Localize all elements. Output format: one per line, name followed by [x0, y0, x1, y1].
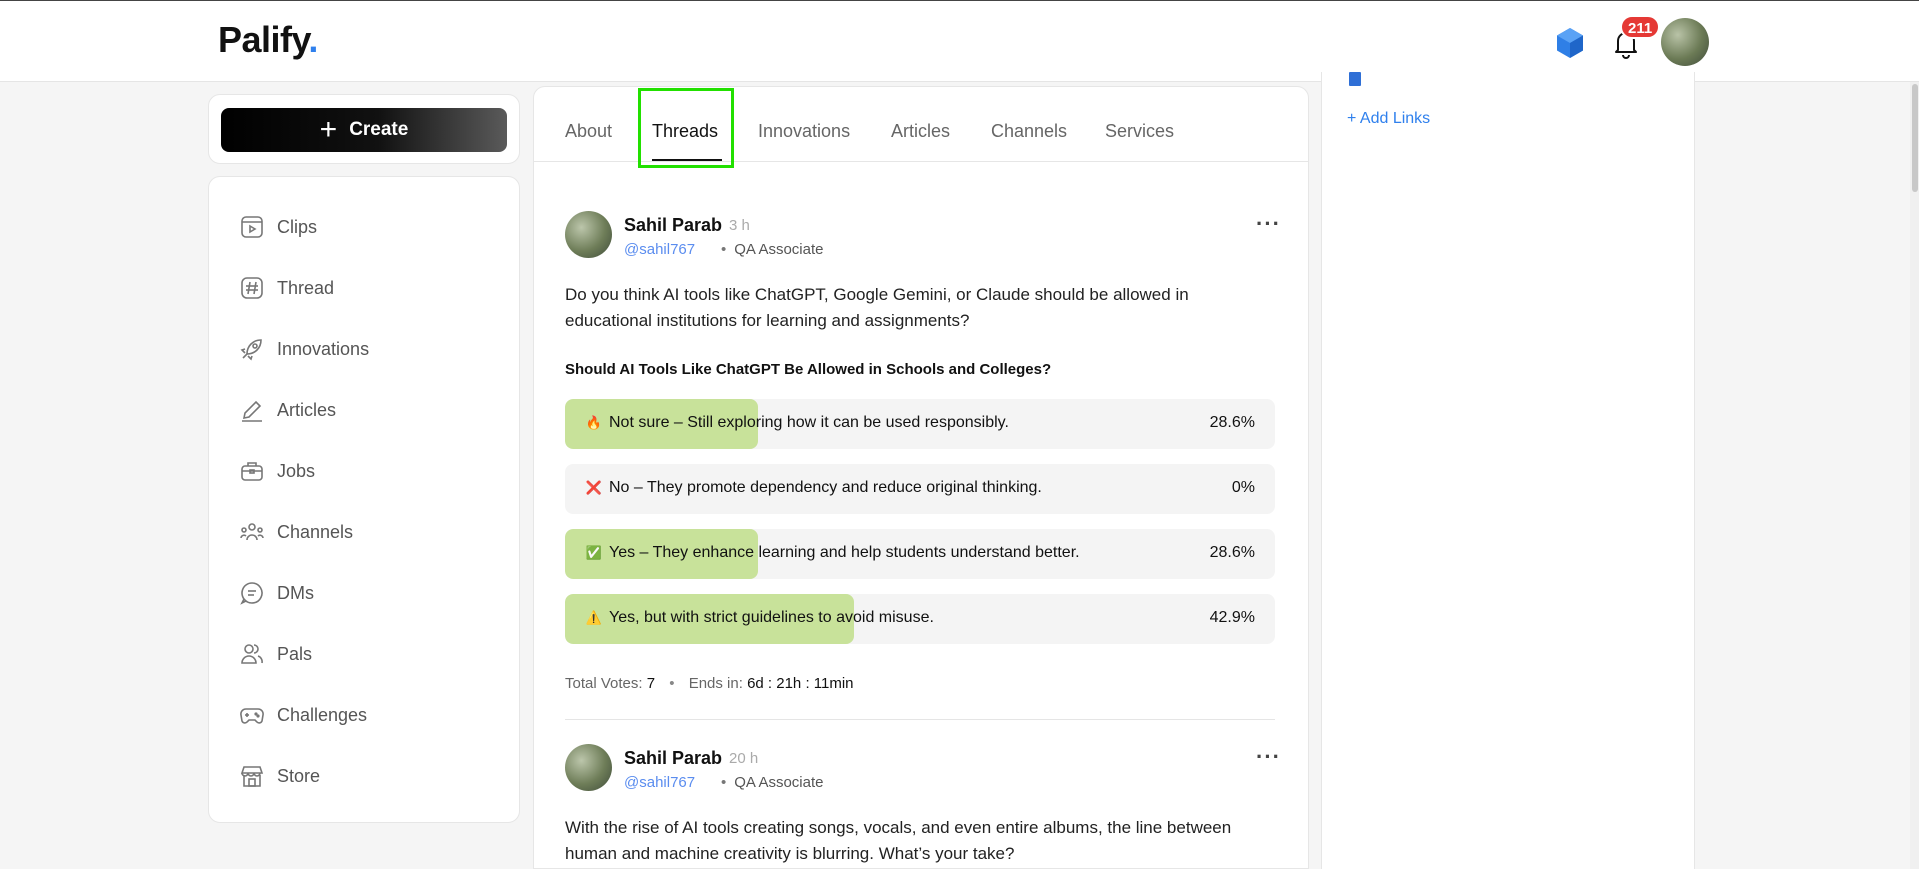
check-icon: ✅ — [585, 545, 603, 560]
poll-option[interactable]: ❌ No – They promote dependency and reduc… — [565, 464, 1275, 514]
profile-tabs: About Threads Innovations Articles Chann… — [534, 87, 1308, 168]
poll-option[interactable]: ⚠️ Yes, but with strict guidelines to av… — [565, 594, 1275, 644]
pen-icon — [242, 400, 262, 422]
sidebar-item-label: Jobs — [277, 460, 316, 481]
post-time: 3 h — [729, 217, 750, 234]
ends-in-label: Ends in: — [688, 675, 743, 692]
sidebar-item-store[interactable]: Store — [239, 756, 320, 796]
sidebar-item-thread[interactable]: Thread — [239, 268, 334, 308]
sidebar-item-label: Innovations — [277, 338, 370, 359]
sidebar-item-pals[interactable]: Pals — [239, 634, 312, 674]
sidebar-item-challenges[interactable]: Challenges — [239, 695, 367, 735]
poll-option-label: Yes, but with strict guidelines to avoid… — [609, 609, 934, 626]
warning-icon: ⚠️ — [585, 610, 603, 625]
scrollbar-track[interactable] — [1910, 82, 1919, 869]
post-author-name[interactable]: Sahil Parab — [624, 215, 722, 236]
more-options-icon[interactable]: ··· — [1256, 744, 1281, 770]
rocket-icon — [240, 339, 262, 361]
plus-icon: + — [319, 113, 338, 146]
poll-option-label: No – They promote dependency and reduce … — [609, 479, 1042, 496]
right-panel: + Add Links — [1321, 72, 1695, 869]
store-icon — [240, 766, 264, 787]
create-card: + Create — [208, 94, 520, 164]
poll-option-percent: 0% — [1231, 479, 1255, 496]
total-votes-label: Total Votes: — [565, 675, 643, 692]
add-links-link[interactable]: + Add Links — [1347, 110, 1430, 128]
post-author-handle[interactable]: @sahil767 — [624, 774, 695, 791]
palify-logo[interactable]: Palify. — [218, 19, 318, 61]
total-votes-count: 7 — [646, 675, 656, 692]
sidebar-item-label: Clips — [277, 216, 318, 237]
poll-option-label: Not sure – Still exploring how it can be… — [609, 414, 1009, 431]
sidebar-item-channels[interactable]: Channels — [239, 512, 353, 552]
chat-icon — [240, 582, 263, 605]
create-button[interactable]: + Create — [221, 108, 507, 152]
post-author-avatar[interactable] — [565, 211, 612, 258]
gamepad-icon — [240, 708, 264, 724]
sidebar-item-jobs[interactable]: Jobs — [239, 451, 315, 491]
sidebar-item-innovations[interactable]: Innovations — [239, 329, 369, 369]
fire-icon: 🔥 — [585, 415, 603, 430]
post-author-role: QA Associate — [721, 241, 823, 258]
separator: • — [669, 675, 675, 692]
sidebar-nav: Clips Thread Innovations Articles Jobs C… — [208, 176, 520, 823]
poll-footer: Total Votes: 7 • Ends in: 6d : 21h : 11m… — [565, 675, 854, 692]
more-options-icon[interactable]: ··· — [1256, 211, 1281, 237]
poll-option-label: Yes – They enhance learning and help stu… — [609, 544, 1080, 561]
tab-focus-highlight — [638, 88, 734, 168]
people-icon — [240, 523, 264, 541]
ends-in-value: 6d : 21h : 11min — [747, 675, 854, 692]
scrollbar-thumb[interactable] — [1912, 84, 1918, 192]
poll-question: Should AI Tools Like ChatGPT Be Allowed … — [565, 361, 1052, 378]
top-bar: Palify. 211 — [0, 0, 1919, 82]
sidebar-item-clips[interactable]: Clips — [239, 207, 317, 247]
post-time: 20 h — [729, 750, 759, 767]
sidebar-item-label: Pals — [277, 643, 313, 664]
post-author-handle[interactable]: @sahil767 — [624, 241, 695, 258]
tab-channels[interactable]: Channels — [991, 121, 1067, 142]
linkedin-icon[interactable] — [1349, 72, 1361, 86]
tab-about[interactable]: About — [565, 121, 612, 142]
cross-icon: ❌ — [585, 480, 603, 495]
create-label: Create — [349, 119, 409, 140]
tab-articles[interactable]: Articles — [891, 121, 950, 142]
post-author-avatar[interactable] — [565, 744, 612, 791]
briefcase-icon — [241, 462, 263, 481]
post-text: With the rise of AI tools creating songs… — [565, 818, 1232, 863]
sidebar-item-label: Thread — [277, 277, 335, 298]
poll-option-percent: 42.9% — [1209, 609, 1255, 626]
sidebar-item-articles[interactable]: Articles — [239, 390, 336, 430]
post-text: Do you think AI tools like ChatGPT, Goog… — [565, 285, 1189, 330]
poll-option-percent: 28.6% — [1209, 414, 1255, 431]
poll-option[interactable]: ✅ Yes – They enhance learning and help s… — [565, 529, 1275, 579]
user-avatar[interactable] — [1661, 18, 1709, 66]
pals-icon — [241, 644, 263, 664]
clips-icon — [241, 216, 263, 238]
notification-badge: 211 — [1620, 15, 1661, 39]
tab-innovations[interactable]: Innovations — [758, 121, 850, 142]
sidebar-item-label: Channels — [277, 521, 354, 542]
sidebar-item-dms[interactable]: DMs — [239, 573, 314, 613]
hash-icon — [241, 277, 263, 299]
feed-panel: About Threads Innovations Articles Chann… — [533, 86, 1309, 869]
post-divider — [565, 719, 1275, 720]
tab-services[interactable]: Services — [1105, 121, 1174, 142]
post-author-name[interactable]: Sahil Parab — [624, 748, 722, 769]
poll-option[interactable]: 🔥 Not sure – Still exploring how it can … — [565, 399, 1275, 449]
gem-icon[interactable] — [1552, 25, 1588, 61]
sidebar-item-label: Articles — [277, 399, 337, 420]
sidebar-item-label: DMs — [277, 582, 314, 603]
post-author-role: QA Associate — [721, 774, 823, 791]
sidebar-item-label: Challenges — [277, 704, 368, 725]
poll-option-percent: 28.6% — [1209, 544, 1255, 561]
sidebar-item-label: Store — [277, 765, 321, 786]
